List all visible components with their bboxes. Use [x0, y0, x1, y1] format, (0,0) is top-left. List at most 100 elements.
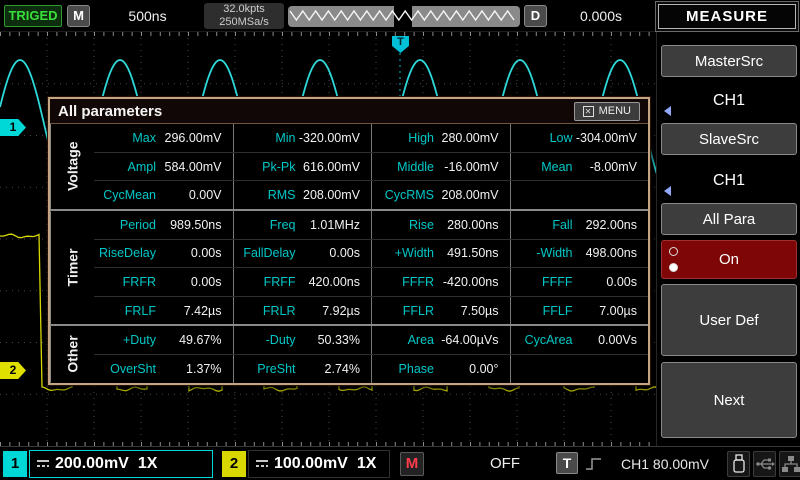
measurement-cell: Fall292.00ns — [510, 211, 649, 239]
lan-indicator — [779, 451, 800, 477]
section-timer: TimerPeriod989.50nsFreq1.01MHzRise280.00… — [50, 209, 648, 324]
measurement-label: +Width — [372, 246, 434, 260]
timebase-readout: 500ns — [95, 5, 200, 27]
measurement-cell: RiseDelay0.00s — [94, 240, 233, 268]
measurement-value: 0.00V — [156, 188, 233, 202]
acquisition-readout: 32.0kpts 250MSa/s — [204, 3, 284, 29]
measurement-row: CycMean0.00VRMS208.00mVCycRMS208.00mV — [94, 180, 648, 209]
measurement-cell: FFLF7.00µs — [510, 297, 649, 325]
delay-button[interactable]: D — [524, 5, 547, 27]
measurement-label: FRFF — [234, 275, 296, 289]
measurement-value: -8.00mV — [573, 160, 649, 174]
measurement-cell: OverSht1.37% — [94, 355, 233, 383]
measurement-value: 0.00s — [296, 246, 372, 260]
softkey-all-para[interactable]: All Para — [661, 203, 797, 235]
measurement-label: CycMean — [94, 188, 156, 202]
measurement-value: 280.00mV — [434, 131, 510, 145]
ch2-badge[interactable]: 2 — [222, 451, 246, 477]
horizontal-menu-button[interactable]: M — [67, 5, 90, 27]
measurement-cell: Middle-16.00mV — [371, 153, 510, 181]
measurement-value: 584.00mV — [156, 160, 233, 174]
measurement-cell: Min-320.00mV — [233, 124, 372, 152]
measurement-value: 0.00s — [156, 275, 233, 289]
measurement-label: Pk-Pk — [234, 160, 296, 174]
measurement-value: -16.00mV — [434, 160, 510, 174]
ch1-probe: 1X — [138, 455, 158, 473]
bottom-status-bar: 1 200.00mV 1X 2 100.00mV 1X M OFF T CH1 … — [0, 446, 800, 480]
ch1-scale: 200.00mV — [55, 455, 129, 473]
menu-button[interactable]: ✕ MENU — [574, 102, 640, 121]
measurement-cell: FRLR7.92µs — [233, 297, 372, 325]
measurement-row: Ampl584.00mVPk-Pk616.00mVMiddle-16.00mVM… — [94, 152, 648, 181]
measurement-cell: FRLF7.42µs — [94, 297, 233, 325]
softkey-mastersrc[interactable]: MasterSrc — [661, 45, 797, 77]
measurement-cell: FFFF0.00s — [510, 268, 649, 296]
softkey-ch1: CH1 — [661, 83, 797, 119]
math-badge[interactable]: M — [400, 452, 424, 476]
measurement-value: 296.00mV — [156, 131, 233, 145]
measurement-label: FFLF — [511, 304, 573, 318]
measurement-row: OverSht1.37%PreSht2.74%Phase0.00° — [94, 354, 648, 383]
measurement-value: 7.42µs — [156, 304, 233, 318]
measurement-cell — [510, 355, 649, 383]
measurement-cell: FRFR0.00s — [94, 268, 233, 296]
measurement-label: -Duty — [234, 333, 296, 347]
section-label-voltage: Voltage — [50, 124, 94, 209]
softkey-sidebar: MasterSrcCH1SlaveSrcCH1All ParaOnUser De… — [656, 32, 800, 446]
measurement-value: -420.00ns — [434, 275, 510, 289]
trigger-status-badge: TRIGED — [4, 5, 62, 27]
usb-device-icon — [730, 453, 748, 475]
close-box-icon: ✕ — [583, 106, 594, 117]
left-arrow-icon — [664, 106, 671, 116]
ch2-probe: 1X — [357, 455, 377, 473]
menu-button-label: MENU — [599, 105, 631, 117]
dialog-title: All parameters — [58, 103, 162, 120]
ch2-scale-box[interactable]: 100.00mV 1X — [248, 450, 390, 478]
measurement-value: 491.50ns — [434, 246, 510, 260]
measurement-value: 0.00° — [434, 362, 510, 376]
measurement-value: 292.00ns — [573, 218, 649, 232]
measurement-label: FFLR — [372, 304, 434, 318]
measurement-cell: Freq1.01MHz — [233, 211, 372, 239]
softkey-label: MasterSrc — [695, 53, 763, 70]
measurement-label: Rise — [372, 218, 434, 232]
preview-zigzag-icon — [288, 6, 520, 27]
softkey-next[interactable]: Next — [661, 362, 797, 438]
measurement-value: 208.00mV — [296, 188, 372, 202]
ch1-scale-box[interactable]: 200.00mV 1X — [29, 450, 213, 478]
measurement-row: RiseDelay0.00sFallDelay0.00s+Width491.50… — [94, 239, 648, 268]
measurement-value: -320.00mV — [296, 131, 372, 145]
measurement-cell: Pk-Pk616.00mV — [233, 153, 372, 181]
measurement-label: Middle — [372, 160, 434, 174]
measurement-cell: Max296.00mV — [94, 124, 233, 152]
measurement-label: +Duty — [94, 333, 156, 347]
radio-off-icon — [669, 247, 678, 256]
section-voltage: VoltageMax296.00mVMin-320.00mVHigh280.00… — [50, 124, 648, 209]
ch1-badge[interactable]: 1 — [3, 451, 27, 477]
measurement-cell: Area-64.00µVs — [371, 326, 510, 354]
measurement-value: -304.00mV — [573, 131, 649, 145]
measurement-value: 1.01MHz — [296, 218, 372, 232]
measurement-cell: CycArea0.00Vs — [510, 326, 649, 354]
measurement-label: FFFR — [372, 275, 434, 289]
measurement-label: Phase — [372, 362, 434, 376]
measurement-value: 7.00µs — [573, 304, 649, 318]
measurement-cell: FFLR7.50µs — [371, 297, 510, 325]
measurement-label: Period — [94, 218, 156, 232]
measurement-cell: Period989.50ns — [94, 211, 233, 239]
softkey-user-def[interactable]: User Def — [661, 284, 797, 356]
waveform-preview-bar[interactable] — [288, 6, 520, 27]
softkey-label: All Para — [703, 211, 756, 228]
ch2-scale: 100.00mV — [274, 455, 348, 473]
dc-coupling-icon — [256, 459, 268, 469]
rising-edge-icon — [584, 454, 604, 474]
measurement-cell: PreSht2.74% — [233, 355, 372, 383]
trigger-source-level: CH1 80.00mV — [606, 452, 724, 476]
measurements-table: VoltageMax296.00mVMin-320.00mVHigh280.00… — [50, 124, 648, 383]
measurement-value: 208.00mV — [434, 188, 510, 202]
softkey-slavesrc[interactable]: SlaveSrc — [661, 123, 797, 155]
measurement-value: 2.74% — [296, 362, 372, 376]
trigger-badge[interactable]: T — [556, 452, 578, 474]
measurement-cell: Phase0.00° — [371, 355, 510, 383]
softkey-on[interactable]: On — [661, 240, 797, 279]
